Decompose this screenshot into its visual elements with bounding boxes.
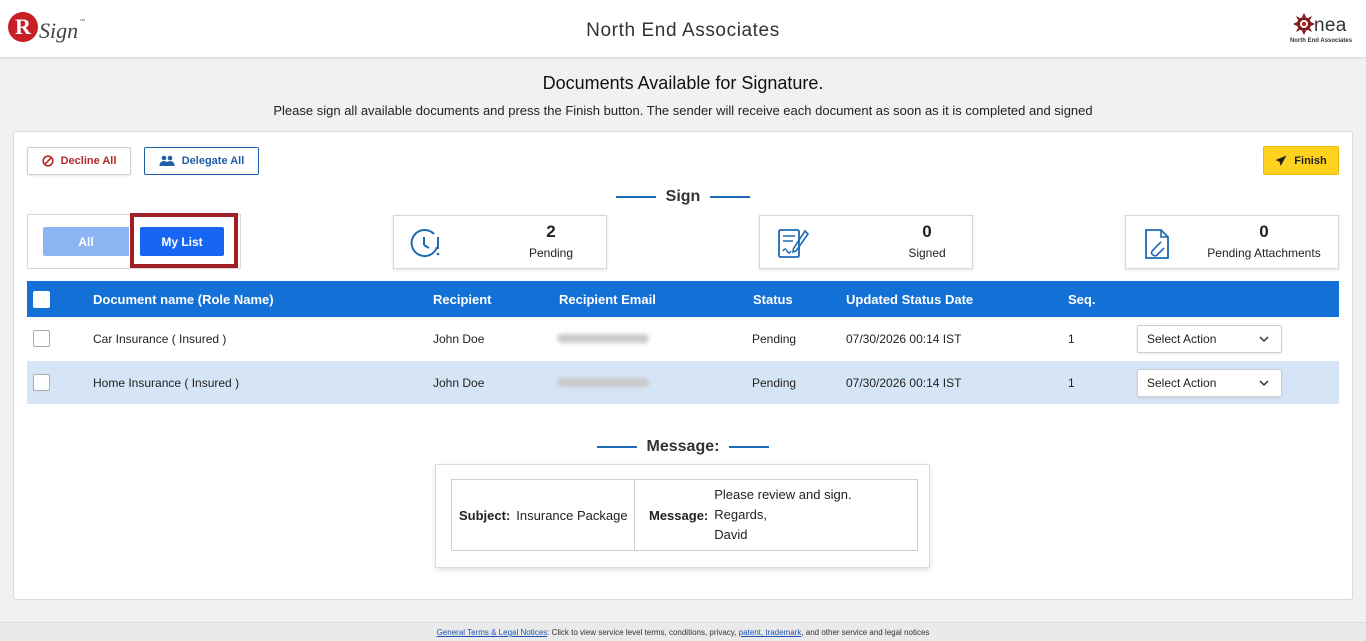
document-name-cell[interactable]: Car Insurance ( Insured ) [93,332,226,346]
title-divider-right [729,446,770,448]
table-row: Car Insurance ( Insured ) John Doe Pendi… [27,317,1339,360]
message-section-title: Message: [0,438,1366,456]
footer-text: : Click to view service level terms, con… [547,628,739,637]
delegate-all-label: Delegate All [181,155,245,167]
column-recipient[interactable]: Recipient [433,292,492,307]
pending-attachments-label: Pending Attachments [1207,246,1321,260]
message-line: Regards, [714,507,767,522]
pending-count: 2 [546,222,556,241]
status-date-cell: 07/30/2026 00:14 IST [846,332,962,346]
status-cell: Pending [752,332,797,346]
row-checkbox[interactable] [33,330,50,347]
message-table: Subject: Insurance Package Message: Plea… [451,479,918,551]
select-all-checkbox[interactable] [33,291,50,308]
status-cell: Pending [752,376,797,390]
app-title: North End Associates [586,20,780,41]
page-instructions: Please sign all available documents and … [273,103,1093,118]
column-recipient-email[interactable]: Recipient Email [559,292,656,307]
signed-label: Signed [908,246,946,260]
paperclip-document-icon [1145,229,1169,259]
chevron-down-icon [1259,380,1269,387]
title-divider-left [615,196,656,198]
select-action-value: Select Action [1147,332,1217,346]
column-status[interactable]: Status [753,292,793,307]
recipient-cell: John Doe [433,376,485,390]
recipient-email-redacted [557,334,649,343]
pending-label: Pending [528,246,574,260]
message-line: Please review and sign. [714,487,852,502]
pending-attachments-stat-card: 0 Pending Attachments [1125,215,1339,269]
document-name-cell[interactable]: Home Insurance ( Insured ) [93,376,239,390]
page-heading: Documents Available for Signature. [542,73,824,93]
ban-icon [41,155,54,167]
users-icon [159,155,175,166]
footer: General Terms & Legal Notices: Click to … [0,622,1366,641]
signed-stat-card: 0 Signed [759,215,973,269]
company-logo: nea North End Associates [1288,12,1354,48]
recipient-cell: John Doe [433,332,485,346]
send-icon [1275,155,1287,166]
finish-button[interactable]: Finish [1263,146,1339,175]
select-action-dropdown[interactable]: Select Action [1137,325,1282,353]
seq-cell: 1 [1068,332,1075,346]
select-action-dropdown[interactable]: Select Action [1137,369,1282,397]
title-divider-left [596,446,637,448]
message-label: Message: [649,507,709,523]
subject-label: Subject: [459,507,511,523]
row-checkbox[interactable] [33,374,50,391]
subject-cell: Subject: Insurance Package [452,480,635,550]
message-title-text: Message: [646,438,720,455]
delegate-all-button[interactable]: Delegate All [144,147,259,175]
signed-document-icon [778,229,809,258]
table-row: Home Insurance ( Insured ) John Doe Pend… [27,361,1339,404]
decline-all-label: Decline All [60,155,117,167]
finish-label: Finish [1294,154,1327,167]
sign-title-text: Sign [665,188,701,205]
message-card: Subject: Insurance Package Message: Plea… [435,464,930,568]
highlight-annotation [130,213,238,268]
signed-count: 0 [922,222,932,241]
title-divider-right [710,196,751,198]
pending-stat-card: 2 Pending [393,215,607,269]
footer-text: , and other service and legal notices [801,628,930,637]
gear-icon [1293,13,1315,35]
column-seq[interactable]: Seq. [1068,292,1095,307]
recipient-email-redacted [557,378,649,387]
chevron-down-icon [1259,336,1269,343]
message-line: David [714,527,748,542]
clock-alert-icon [410,229,440,257]
column-updated-status-date[interactable]: Updated Status Date [846,292,973,307]
company-logo-text: nea [1314,15,1347,36]
select-action-value: Select Action [1147,376,1217,390]
patent-trademark-link[interactable]: patent, trademark [739,628,802,637]
status-date-cell: 07/30/2026 00:14 IST [846,376,962,390]
decline-all-button[interactable]: Decline All [27,147,131,175]
subject-value: Insurance Package [516,507,628,523]
documents-table-header: Document name (Role Name) Recipient Reci… [27,281,1339,317]
top-bar: R Sign ™ North End Associates nea North … [0,0,1366,58]
sign-section-title: Sign [0,188,1366,206]
filter-all-button[interactable]: All [43,227,129,256]
column-document-name[interactable]: Document name (Role Name) [93,292,274,307]
pending-attachments-count: 0 [1259,222,1269,241]
seq-cell: 1 [1068,376,1075,390]
general-terms-link[interactable]: General Terms & Legal Notices [437,628,548,637]
company-logo-subtitle: North End Associates [1289,38,1353,44]
message-body: Please review and sign. Regards, David [714,485,851,545]
message-cell: Message: Please review and sign. Regards… [635,480,917,550]
